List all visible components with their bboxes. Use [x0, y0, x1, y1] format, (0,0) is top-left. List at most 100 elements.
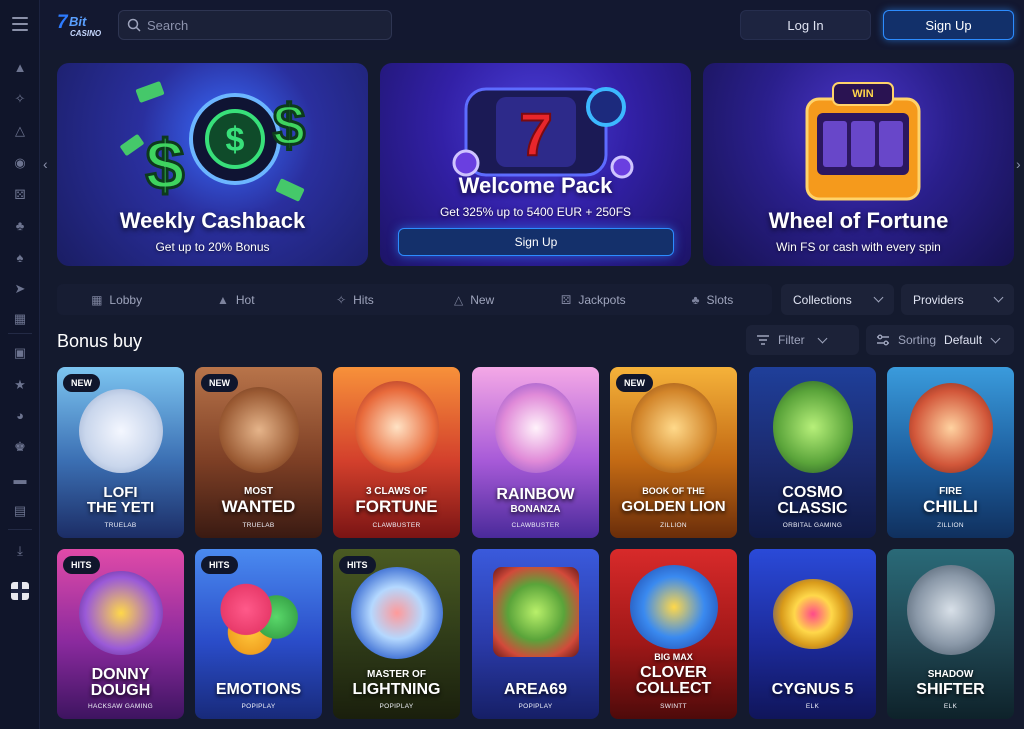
tab-slots[interactable]: ♣ Slots	[653, 284, 772, 315]
trophy-icon[interactable]: ★	[10, 375, 30, 395]
game-card[interactable]: HITS MASTER OF LIGHTNING POPIPLAY	[333, 549, 460, 719]
carousel-next-icon[interactable]: ›	[1016, 156, 1021, 172]
game-provider: ZILLION	[660, 522, 687, 529]
game-provider: POPIPLAY	[518, 703, 553, 710]
chevron-down-icon	[817, 333, 828, 343]
game-artwork	[629, 565, 718, 649]
game-card[interactable]: AREA69 POPIPLAY	[472, 549, 599, 719]
game-card[interactable]: NEW MOST WANTED TRUELAB	[195, 367, 322, 538]
banner-wheel-of-fortune[interactable]: WIN Wheel of Fortune Win FS or cash with…	[703, 63, 1014, 266]
robot-icon[interactable]: ◕	[10, 405, 30, 425]
banner-title: Wheel of Fortune	[768, 208, 949, 233]
section-title: Bonus buy	[57, 331, 143, 351]
banner-weekly-cashback[interactable]: $ $ $ Weekly Cashback Get up to 20% Bonu…	[57, 63, 368, 266]
tab-hot[interactable]: ▲ Hot	[176, 284, 295, 315]
sliders-icon	[877, 334, 889, 346]
game-title-line2: DOUGH	[90, 682, 151, 699]
language-flag-icon[interactable]	[10, 581, 30, 601]
game-title-line2: SHIFTER	[916, 681, 985, 698]
fire-icon: ▲	[216, 292, 229, 307]
game-card[interactable]: BIG MAX CLOVER COLLECT SWINTT	[610, 549, 737, 719]
banner-subtitle: Get up to 20% Bonus	[155, 240, 270, 254]
tab-new[interactable]: △ New	[415, 284, 534, 315]
banner-title: Welcome Pack	[458, 173, 613, 198]
filter-button[interactable]: Filter	[746, 325, 859, 355]
game-title-line2: AREA69	[503, 681, 568, 698]
briefcase-icon[interactable]: ▤	[10, 501, 30, 521]
tab-jackpots[interactable]: ⚄ Jackpots	[534, 284, 653, 315]
chevron-down-icon	[990, 333, 1001, 343]
dropdown-label: Providers	[913, 292, 964, 307]
search-box[interactable]	[118, 10, 392, 40]
filter-icon	[757, 335, 769, 345]
sorting-value: Default	[944, 333, 983, 347]
banner-signup-button[interactable]: Sign Up	[398, 228, 674, 256]
menu-icon[interactable]	[12, 17, 28, 31]
banner-subtitle: Win FS or cash with every spin	[776, 240, 941, 254]
download-icon[interactable]: ⤓	[10, 541, 30, 561]
sorting-dropdown[interactable]: Sorting Default	[866, 325, 1014, 355]
game-card[interactable]: CYGNUS 5 ELK	[749, 549, 876, 719]
game-card[interactable]: COSMO CLASSIC ORBITAL GAMING	[749, 367, 876, 538]
game-title-line1: DONNY	[91, 666, 150, 683]
game-title-line2: THE YETI	[86, 499, 155, 516]
crown-icon[interactable]: ♚	[10, 437, 30, 457]
game-artwork	[492, 567, 579, 657]
game-provider: HACKSAW GAMING	[88, 703, 153, 710]
game-card[interactable]: SHADOW SHIFTER ELK	[887, 549, 1014, 719]
tab-label: Hot	[235, 292, 255, 307]
puzzle-icon[interactable]: ✧	[10, 89, 30, 109]
dice-icon[interactable]: ⚄	[10, 185, 30, 205]
game-artwork	[630, 383, 717, 473]
game-title-line1: SHADOW	[927, 669, 974, 680]
game-card[interactable]: FIRE CHILLI ZILLION	[887, 367, 1014, 538]
game-title-line1: BOOK OF THE	[642, 486, 705, 496]
puzzle-icon: ✧	[336, 292, 347, 307]
card-icon[interactable]: ♠	[10, 247, 30, 267]
sidebar-divider	[8, 333, 32, 334]
tab-label: Slots	[706, 292, 734, 307]
game-title-line1: COSMO	[782, 484, 843, 501]
carousel-prev-icon[interactable]: ‹	[43, 156, 48, 172]
flame-icon: △	[453, 292, 464, 307]
login-button[interactable]: Log In	[740, 10, 871, 40]
game-title-line1: 3 CLAWS OF	[365, 486, 428, 497]
svg-text:$: $	[273, 93, 305, 158]
signup-button[interactable]: Sign Up	[883, 10, 1014, 40]
search-input[interactable]	[147, 17, 377, 33]
target-icon[interactable]: ◉	[10, 153, 30, 173]
game-artwork	[354, 381, 439, 473]
game-title-line1: MASTER OF	[367, 669, 426, 680]
svg-text:7: 7	[519, 101, 552, 168]
cherry-icon: ♣	[691, 292, 700, 307]
cherry-icon[interactable]: ♣	[10, 215, 30, 235]
providers-dropdown[interactable]: Providers	[901, 284, 1014, 315]
banner-title: Weekly Cashback	[119, 208, 306, 233]
banner-welcome-pack[interactable]: 7 Welcome Pack Get 325% up to 5400 EUR +…	[380, 63, 691, 266]
game-card[interactable]: HITS EMOTIONS POPIPLAY	[195, 549, 322, 719]
game-provider: POPIPLAY	[379, 703, 414, 710]
game-title-line2: EMOTIONS	[215, 681, 302, 698]
flame-icon[interactable]: △	[10, 121, 30, 141]
game-card[interactable]: NEW LOFI THE YETI TRUELAB	[57, 367, 184, 538]
gift-icon[interactable]: ▣	[10, 343, 30, 363]
fire-icon[interactable]: ▲	[10, 57, 30, 77]
game-artwork	[772, 381, 853, 473]
tab-lobby[interactable]: ▦ Lobby	[57, 284, 176, 315]
game-title-line2: CLOVER COLLECT	[635, 664, 712, 697]
rocket-icon[interactable]: ➤	[10, 279, 30, 299]
game-card[interactable]: HITS DONNY DOUGH HACKSAW GAMING	[57, 549, 184, 719]
game-card[interactable]: RAINBOW BONANZA CLAWBUSTER	[472, 367, 599, 538]
collections-dropdown[interactable]: Collections	[781, 284, 894, 315]
tab-hits[interactable]: ✧ Hits	[295, 284, 414, 315]
wallet-icon[interactable]: ▬	[10, 469, 30, 489]
svg-text:$: $	[226, 121, 245, 159]
game-artwork	[350, 567, 443, 659]
svg-text:Bit: Bit	[69, 14, 87, 29]
game-title-line1: FIRE	[939, 486, 962, 497]
logo[interactable]: 7 Bit CASINO	[56, 9, 108, 41]
game-card[interactable]: NEW BOOK OF THE GOLDEN LION ZILLION	[610, 367, 737, 538]
game-card[interactable]: 3 CLAWS OF FORTUNE CLAWBUSTER	[333, 367, 460, 538]
game-title-line2: CHILLI	[923, 497, 978, 516]
book-icon[interactable]: ▦	[10, 309, 30, 329]
